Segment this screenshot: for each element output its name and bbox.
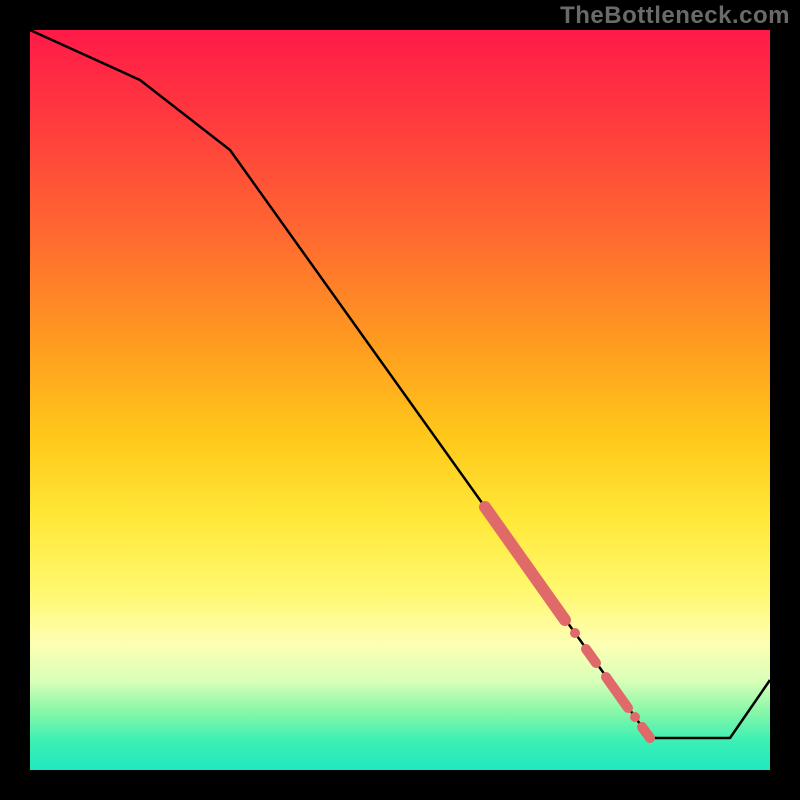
watermark-text: TheBottleneck.com bbox=[560, 4, 790, 28]
plot-area bbox=[30, 30, 770, 770]
highlight-segment bbox=[586, 649, 596, 663]
main-curve bbox=[30, 30, 770, 738]
curve-layer bbox=[30, 30, 770, 770]
highlight-dot bbox=[630, 712, 640, 722]
highlight-segment bbox=[485, 507, 565, 620]
highlight-segments bbox=[485, 507, 650, 738]
highlight-segment bbox=[642, 727, 650, 738]
chart-frame: TheBottleneck.com bbox=[0, 0, 800, 800]
highlight-dot bbox=[570, 628, 580, 638]
highlight-segment bbox=[606, 677, 628, 708]
